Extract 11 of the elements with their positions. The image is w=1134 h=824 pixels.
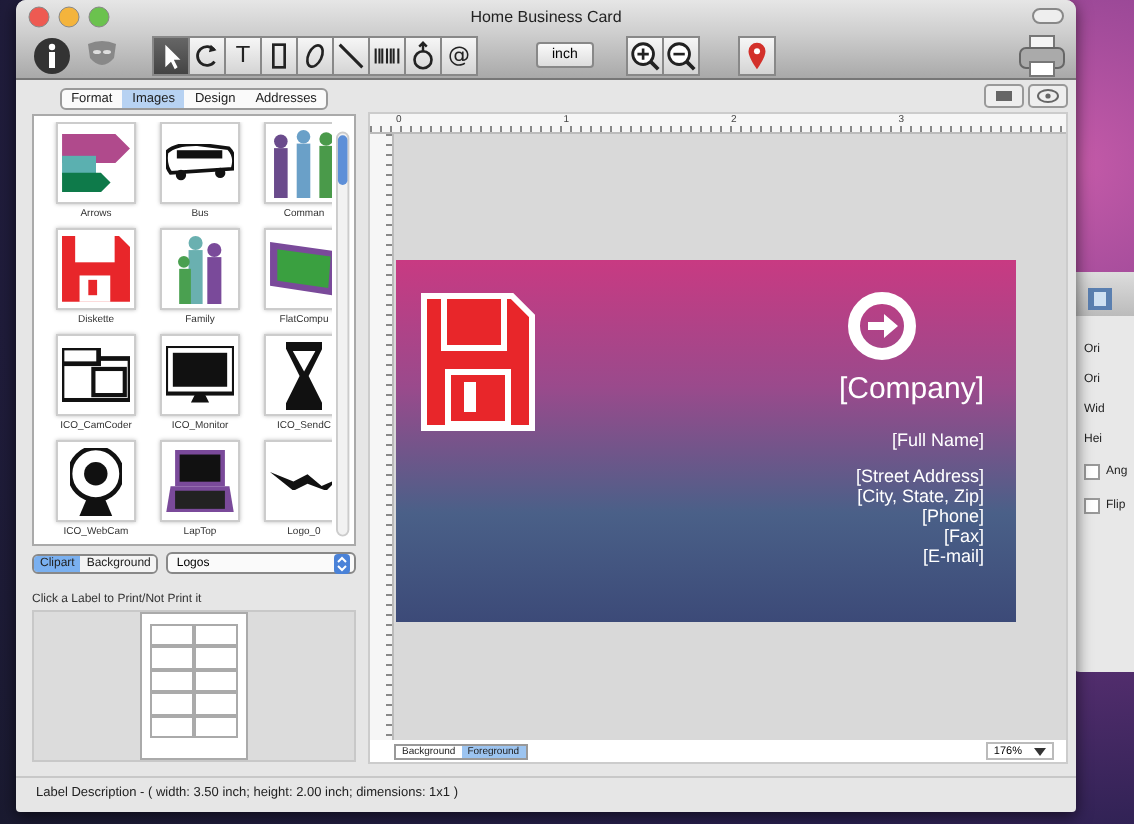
card-field: [City, State, Zip] (857, 486, 984, 506)
text-tool-button[interactable]: T (224, 35, 262, 75)
card-field: [E-mail] (922, 546, 984, 566)
company-text: [Company] (838, 372, 984, 406)
email-tool-button[interactable]: @ (440, 35, 478, 75)
card-field: [Street Address] (855, 466, 984, 486)
card-field: [Phone] (921, 506, 984, 526)
card-field: [Full Name] (891, 430, 984, 450)
business-card[interactable]: [Company] [Full Name] [Street Address] [City, State, Zip] [Phone] [Fax] [E-mail] (396, 260, 1016, 622)
card-field: [Fax] (943, 526, 984, 546)
window-title: Home Business Card (470, 7, 622, 25)
